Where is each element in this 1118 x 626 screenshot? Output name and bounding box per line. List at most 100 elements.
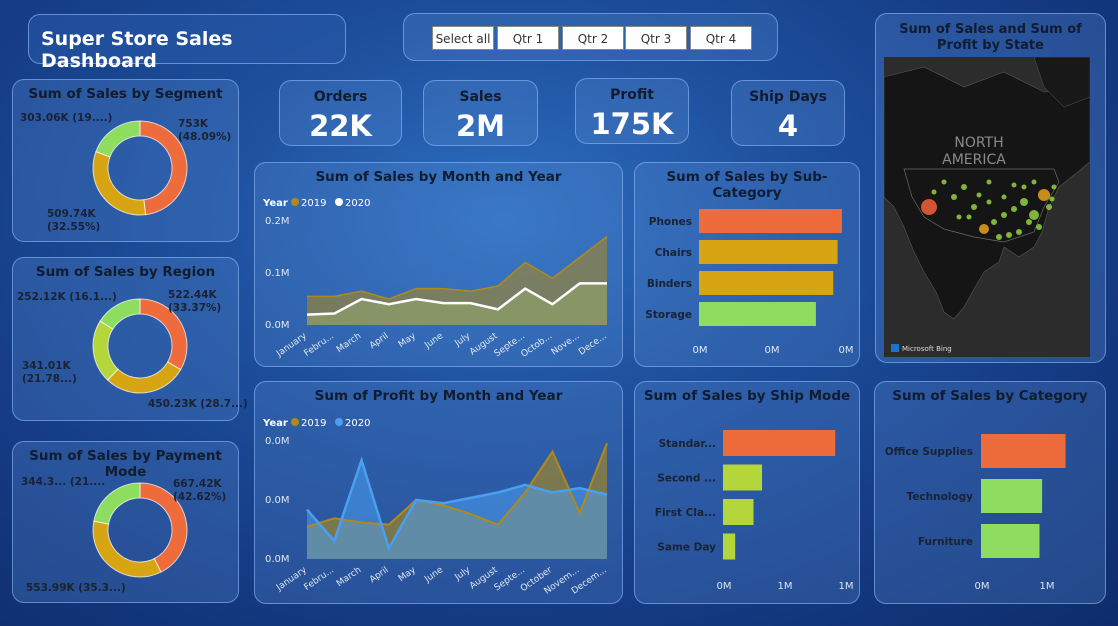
payment-slice-3[interactable] <box>93 482 141 525</box>
region-slice-3[interactable] <box>92 320 119 381</box>
segment-slice-3[interactable] <box>95 120 141 158</box>
segment-label-1: 753K (48.09%) <box>178 118 232 143</box>
map-bubble-29[interactable] <box>986 179 992 185</box>
category-panel: Sum of Sales by Category Office Supplies… <box>874 381 1106 604</box>
bar-ship-label-0: Standar... <box>659 438 716 450</box>
profit-month-area-chart: Year 2019 20200.0M0.0M0.0MJanuaryFebru... M… <box>262 418 609 597</box>
bar-ship-xtick-0: 0M <box>717 581 732 592</box>
sales-month-panel: Sum of Sales by Month and Year Year 2019 2… <box>254 162 623 367</box>
map-bubble-5[interactable] <box>1011 206 1017 212</box>
area-sales-xlabel-6: July <box>453 331 473 349</box>
bar-subcat-label-2: Binders <box>647 278 692 290</box>
slicer-qtr-3[interactable]: Qtr 3 <box>625 26 687 50</box>
area-sales-legend-dot-2019 <box>291 198 299 206</box>
map-bubble-6[interactable] <box>1001 212 1007 218</box>
map-bubble-23[interactable] <box>1031 179 1037 185</box>
bar-ship-bar-0[interactable] <box>723 430 836 456</box>
bar-subcat-bar-1[interactable] <box>699 240 838 264</box>
map-bubble-18[interactable] <box>986 199 992 205</box>
map-bubble-14[interactable] <box>951 194 957 200</box>
area-sales-legend-label-2019[interactable]: 2019 <box>301 198 326 209</box>
bar-ship-label-3: Same Day <box>657 542 716 554</box>
kpi-orders-label: Orders <box>313 89 368 105</box>
bar-subcat-label-3: Storage <box>645 309 692 321</box>
slicer-qtr-2[interactable]: Qtr 2 <box>562 26 624 50</box>
state-map-title: Sum of Sales and Sum of Profit by State <box>899 22 1082 53</box>
payment-slice-2[interactable] <box>92 520 162 578</box>
payment-label-2: 553.99K (35.3...) <box>26 582 126 594</box>
map-bubble-24[interactable] <box>1051 184 1057 190</box>
payment-label-1: 667.42K (42.62%) <box>173 478 227 503</box>
map-bubble-8[interactable] <box>1026 219 1032 225</box>
region-label-1: 522.44K (33.37%) <box>168 289 222 314</box>
map-bubble-15[interactable] <box>961 184 967 190</box>
map-bubble-20[interactable] <box>931 189 937 195</box>
bar-subcat-bar-0[interactable] <box>699 209 842 233</box>
bar-subcat-label-1: Chairs <box>655 247 692 259</box>
bar-cat-bar-1[interactable] <box>981 479 1043 513</box>
kpi-sales-label: Sales <box>459 89 502 105</box>
map-bubble-26[interactable] <box>966 214 972 220</box>
map-bubble-27[interactable] <box>956 214 962 220</box>
map-bubble-21[interactable] <box>1021 184 1027 190</box>
map-bubble-10[interactable] <box>1046 204 1052 210</box>
region-label-4: 252.12K (16.1...) <box>17 291 117 303</box>
bar-cat-bar-0[interactable] <box>981 434 1066 468</box>
bar-cat-xtick-1: 1M <box>1040 581 1055 592</box>
region-donut-panel: Sum of Sales by Region <box>12 257 239 421</box>
kpi-profit-card: Profit 175K <box>575 78 689 144</box>
map-bubble-28[interactable] <box>1001 194 1007 200</box>
area-profit-xlabel-5: June <box>422 565 445 585</box>
area-profit-xlabel-3: April <box>368 565 391 585</box>
region-slice-2[interactable] <box>106 361 182 394</box>
area-sales-xlabel-5: June <box>422 331 445 351</box>
map-bubble-25[interactable] <box>1049 196 1055 202</box>
area-profit-legend-dot-2020 <box>335 418 343 426</box>
area-profit-ytick-1: 0.0M <box>265 495 290 506</box>
area-sales-xlabel-4: May <box>397 331 419 350</box>
slicer-qtr-1[interactable]: Qtr 1 <box>497 26 559 50</box>
map-bubble-16[interactable] <box>971 204 977 210</box>
segment-slice-2[interactable] <box>92 151 147 216</box>
area-profit-legend-title: Year <box>262 418 288 429</box>
bar-cat-label-1: Technology <box>907 491 974 503</box>
slicer-select-all[interactable]: Select all <box>432 26 494 50</box>
bar-ship-bar-3[interactable] <box>723 533 736 560</box>
bar-subcat-bar-2[interactable] <box>699 271 834 295</box>
kpi-sales-value: 2M <box>455 109 506 143</box>
map-bubble-13[interactable] <box>996 234 1002 240</box>
map-bubble-0[interactable] <box>921 199 937 215</box>
map-bubble-12[interactable] <box>1006 232 1012 238</box>
map-bubble-4[interactable] <box>1020 198 1028 206</box>
kpi-orders-card: Orders 22K <box>279 80 402 146</box>
map-bubble-1[interactable] <box>979 224 989 234</box>
slicer-qtr-4[interactable]: Qtr 4 <box>690 26 752 50</box>
map-canvas: NORTH AMERICA Microsoft Bing <box>884 57 1090 357</box>
area-profit-xlabel-2: March <box>335 565 363 589</box>
map-bubble-22[interactable] <box>1011 182 1017 188</box>
map-bubble-19[interactable] <box>941 179 947 185</box>
subcategory-bar-chart: Phones Chairs Binders Storage 0M 0M 0M <box>645 209 854 356</box>
map-credit: Microsoft Bing <box>902 345 952 353</box>
state-bubble-map[interactable]: NORTH AMERICA Microsoft Bing <box>884 57 1090 357</box>
area-sales-legend-label-2020[interactable]: 2020 <box>345 198 370 209</box>
bar-ship-label-1: Second ... <box>657 473 716 485</box>
kpi-ship-days-value: 4 <box>777 109 799 143</box>
bar-ship-bar-2[interactable] <box>723 499 754 525</box>
category-bar-chart: Office Supplies Technology Furniture 0M 1M <box>885 434 1066 592</box>
area-profit-legend-label-2019[interactable]: 2019 <box>301 418 326 429</box>
area-profit-legend-label-2020[interactable]: 2020 <box>345 418 370 429</box>
bar-cat-bar-2[interactable] <box>981 524 1040 558</box>
map-bubble-3[interactable] <box>1029 210 1039 220</box>
map-label-north: NORTH <box>954 135 1003 151</box>
area-sales-ytick-0: 0.0M <box>265 320 290 331</box>
map-bubble-9[interactable] <box>1036 224 1042 230</box>
bar-subcat-bar-3[interactable] <box>699 302 816 326</box>
kpi-ship-days-card: Ship Days 4 <box>731 80 845 146</box>
area-profit-ytick-0: 0.0M <box>265 554 290 565</box>
bar-ship-bar-1[interactable] <box>723 464 763 491</box>
map-bubble-2[interactable] <box>1038 189 1050 201</box>
map-bubble-11[interactable] <box>1016 229 1022 235</box>
map-bubble-17[interactable] <box>976 192 982 198</box>
map-bubble-7[interactable] <box>991 219 997 225</box>
